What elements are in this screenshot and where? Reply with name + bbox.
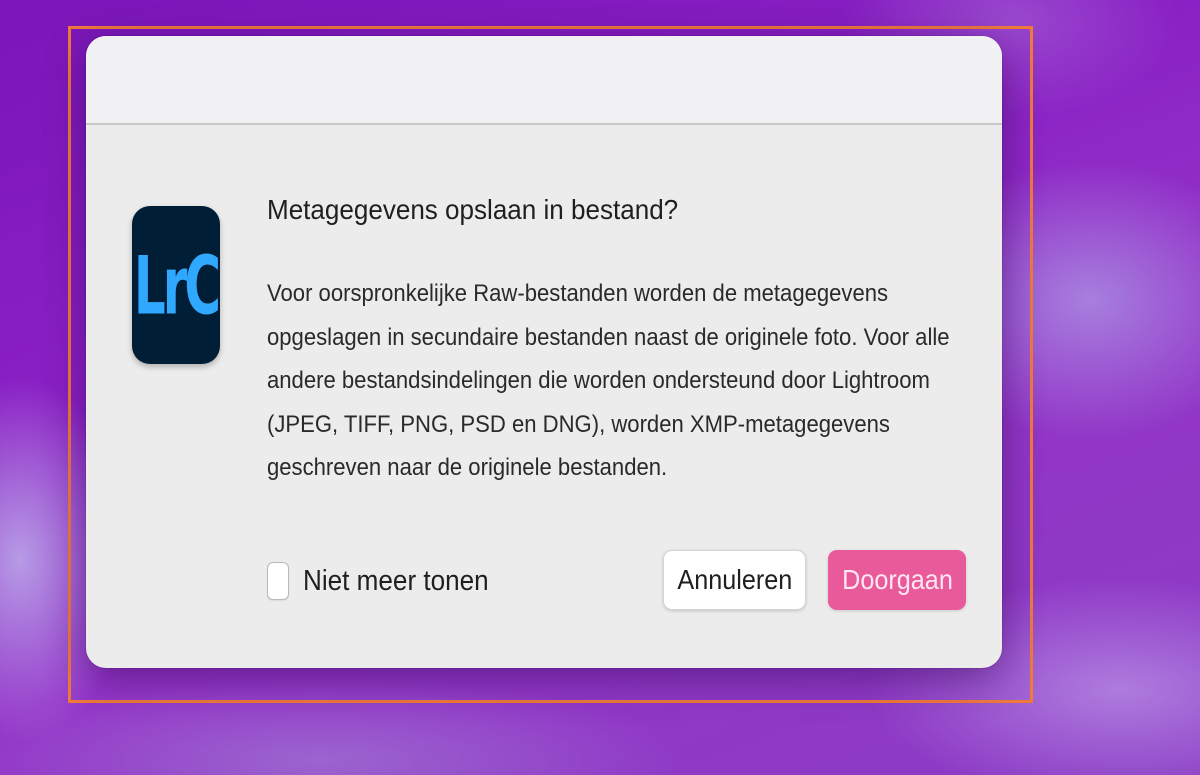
dialog-titlebar <box>86 36 1002 125</box>
lightroom-classic-icon: LrC <box>132 206 221 364</box>
dialog-message: Voor oorspronkelijke Raw-bestanden worde… <box>267 280 950 481</box>
dialog-title: Metagegevens opslaan in bestand? <box>267 194 679 225</box>
save-metadata-dialog: LrC Metagegevens opslaan in bestand? Voo… <box>86 36 1002 668</box>
desktop-background: LrC Metagegevens opslaan in bestand? Voo… <box>0 0 1200 775</box>
cancel-button[interactable]: Annuleren <box>663 550 806 610</box>
dont-show-again-checkbox-row[interactable]: Niet meer tonen <box>267 561 509 601</box>
continue-button-label: Doorgaan <box>841 564 953 595</box>
dont-show-again-checkbox[interactable] <box>267 562 289 600</box>
cancel-button-label: Annuleren <box>677 564 792 595</box>
continue-button[interactable]: Doorgaan <box>828 550 966 610</box>
dont-show-again-label[interactable]: Niet meer tonen <box>303 565 489 598</box>
app-icon-text: LrC <box>133 240 221 333</box>
